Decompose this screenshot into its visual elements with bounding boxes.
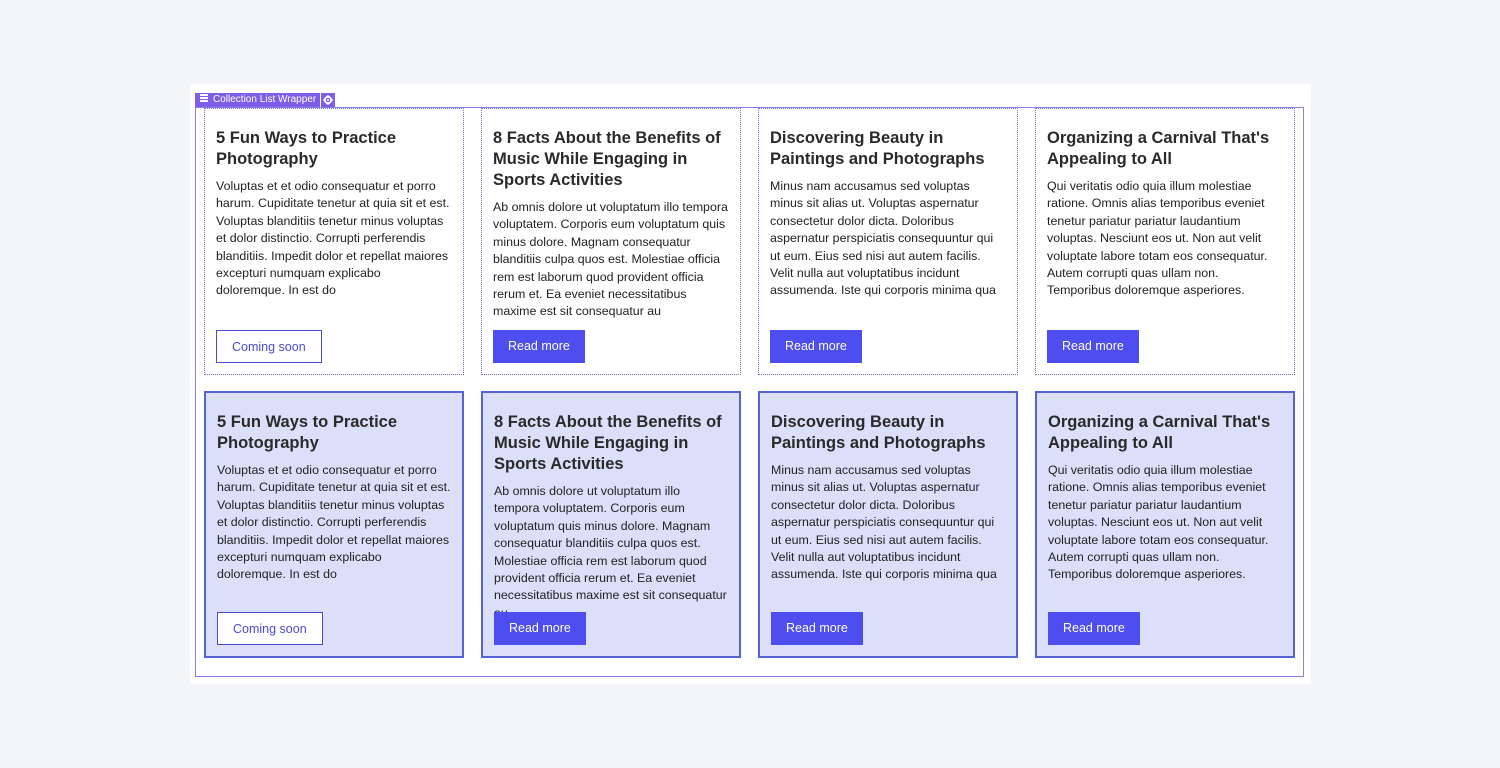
collection-item[interactable]: Organizing a Carnival That's Appealing t… [1035,108,1295,375]
coming-soon-button[interactable]: Coming soon [216,330,322,363]
card-summary: Voluptas et et odio consequatur et porro… [216,179,450,298]
card-title: 5 Fun Ways to Practice Photography [216,129,397,168]
card-summary: Qui veritatis odio quia illum molestiae … [1048,463,1269,582]
collection-icon [199,93,209,108]
collection-item[interactable]: 8 Facts About the Benefits of Music Whil… [481,391,741,658]
card-title: 8 Facts About the Benefits of Music Whil… [493,129,721,189]
card-title: Organizing a Carnival That's Appealing t… [1047,129,1270,168]
collection-item[interactable]: Discovering Beauty in Paintings and Phot… [758,391,1018,658]
card-title: 5 Fun Ways to Practice Photography [217,413,398,452]
card-summary: Voluptas et et odio consequatur et porro… [217,463,451,582]
collection-item[interactable]: Discovering Beauty in Paintings and Phot… [758,108,1018,375]
read-more-button[interactable]: Read more [1047,330,1139,363]
card-title: Organizing a Carnival That's Appealing t… [1048,413,1271,452]
designer-canvas: Collection List Wrapper 5 Fun Ways to Pr… [190,84,1311,684]
element-label-tag[interactable]: Collection List Wrapper [195,93,336,108]
read-more-button[interactable]: Read more [771,612,863,645]
coming-soon-button[interactable]: Coming soon [217,612,323,645]
card-title: 8 Facts About the Benefits of Music Whil… [494,413,722,473]
collection-item[interactable]: 8 Facts About the Benefits of Music Whil… [481,108,741,375]
gear-icon[interactable] [321,93,336,107]
collection-list-wrapper[interactable]: 5 Fun Ways to Practice Photography Volupt… [195,107,1304,677]
card-summary: Ab omnis dolore ut voluptatum illo tempo… [493,200,728,319]
element-label[interactable]: Collection List Wrapper [195,93,321,108]
collection-item[interactable]: 5 Fun Ways to Practice Photography Volupt… [204,391,464,658]
read-more-button[interactable]: Read more [1048,612,1140,645]
card-title: Discovering Beauty in Paintings and Phot… [770,129,985,168]
card-summary: Ab omnis dolore ut voluptatum illo tempo… [494,484,727,620]
card-title: Discovering Beauty in Paintings and Phot… [771,413,986,452]
card-summary: Qui veritatis odio quia illum molestiae … [1047,179,1268,298]
read-more-button[interactable]: Read more [493,330,585,363]
read-more-button[interactable]: Read more [770,330,862,363]
card-summary: Minus nam accusamus sed voluptas minus s… [770,179,996,298]
collection-item[interactable]: Organizing a Carnival That's Appealing t… [1035,391,1295,658]
read-more-button[interactable]: Read more [494,612,586,645]
collection-item[interactable]: 5 Fun Ways to Practice Photography Volupt… [204,108,464,375]
element-label-text: Collection List Wrapper [213,94,317,105]
card-summary: Minus nam accusamus sed voluptas minus s… [771,463,997,582]
